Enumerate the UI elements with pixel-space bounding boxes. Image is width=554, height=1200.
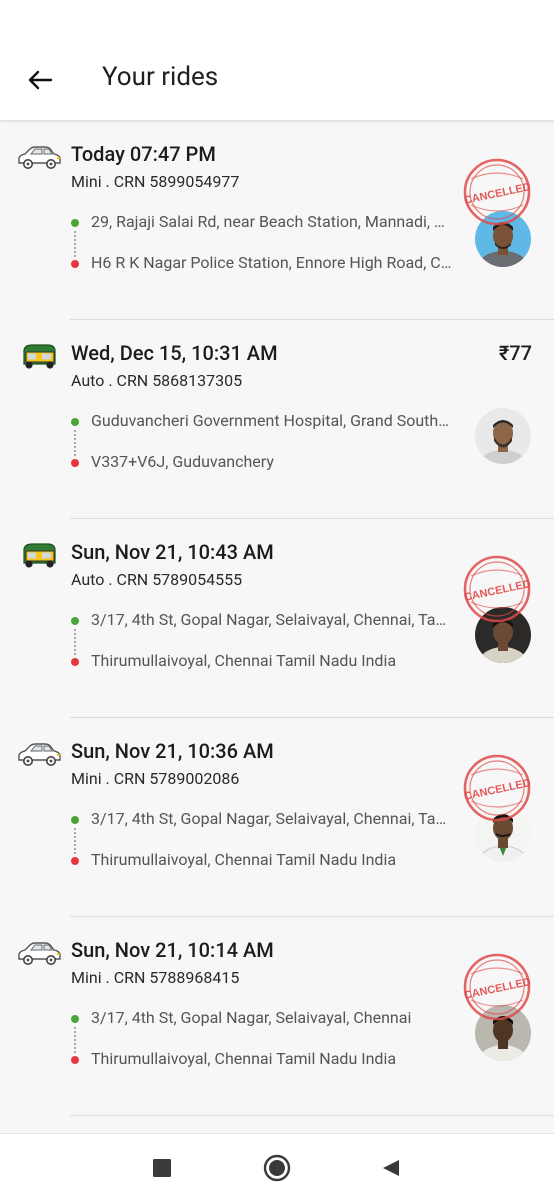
cancelled-stamp: CANCELLED — [463, 952, 532, 1022]
pickup-address: 3/17, 4th St, Gopal Nagar, Selaivayal, C… — [91, 610, 453, 629]
route-line — [74, 828, 76, 854]
back-button[interactable] — [22, 62, 58, 98]
pickup-dot — [71, 816, 79, 824]
ride-item[interactable]: Wed, Dec 15, 10:31 AM Auto . CRN 5868137… — [0, 320, 554, 519]
arrow-left-icon — [28, 70, 53, 90]
pickup-dot — [71, 219, 79, 227]
car-icon — [16, 939, 62, 967]
pickup-dot — [71, 617, 79, 625]
pickup-dot — [71, 1015, 79, 1023]
ride-vehicle-crn: Auto . CRN 5789054555 — [71, 570, 243, 589]
ride-vehicle-crn: Mini . CRN 5789002086 — [71, 769, 240, 788]
system-back-button[interactable] — [377, 1154, 405, 1182]
ride-item[interactable]: Today 07:47 PM Mini . CRN 5899054977 29,… — [0, 121, 554, 320]
drop-address: Thirumullaivoyal, Chennai Tamil Nadu Ind… — [91, 651, 397, 670]
route-line — [74, 1027, 76, 1053]
ride-time: Sun, Nov 21, 10:14 AM — [71, 938, 274, 962]
drop-dot — [71, 260, 79, 268]
ride-vehicle-crn: Mini . CRN 5899054977 — [71, 172, 240, 191]
recents-button[interactable] — [148, 1154, 176, 1182]
cancelled-stamp: CANCELLED — [463, 157, 532, 227]
ride-vehicle-crn: Mini . CRN 5788968415 — [71, 968, 240, 987]
route-line — [74, 629, 76, 655]
route-line — [74, 231, 76, 257]
drop-address: Thirumullaivoyal, Chennai Tamil Nadu Ind… — [91, 850, 397, 869]
drop-address: V337+V6J, Guduvanchery — [91, 452, 274, 471]
ride-item[interactable]: Sun, Nov 21, 10:36 AM Mini . CRN 5789002… — [0, 718, 554, 917]
ride-time: Today 07:47 PM — [71, 142, 216, 166]
drop-dot — [71, 459, 79, 467]
row-divider — [70, 1115, 554, 1116]
pickup-address: 29, Rajaji Salai Rd, near Beach Station,… — [91, 212, 453, 231]
driver-avatar — [475, 408, 531, 464]
ride-item[interactable]: Sun, Nov 21, 10:14 AM Mini . CRN 5788968… — [0, 917, 554, 1116]
app-header: Your rides — [0, 0, 554, 120]
drop-address: H6 R K Nagar Police Station, Ennore High… — [91, 253, 453, 272]
auto-rickshaw-icon — [16, 342, 62, 370]
ride-fare: ₹77 — [498, 341, 532, 365]
ride-time: Sun, Nov 21, 10:43 AM — [71, 540, 274, 564]
system-nav-bar — [0, 1133, 554, 1200]
auto-rickshaw-icon — [16, 541, 62, 569]
triangle-back-icon — [383, 1160, 399, 1176]
cancelled-stamp: CANCELLED — [463, 554, 532, 624]
square-icon — [153, 1159, 171, 1177]
page-title: Your rides — [102, 62, 219, 92]
ride-time: Wed, Dec 15, 10:31 AM — [71, 341, 278, 365]
pickup-address: 3/17, 4th St, Gopal Nagar, Selaivayal, C… — [91, 1008, 412, 1027]
car-icon — [16, 143, 62, 171]
ride-time: Sun, Nov 21, 10:36 AM — [71, 739, 274, 763]
drop-address: Thirumullaivoyal, Chennai Tamil Nadu Ind… — [91, 1049, 397, 1068]
circle-home-icon — [263, 1154, 291, 1182]
home-button[interactable] — [263, 1154, 291, 1182]
drop-dot — [71, 1056, 79, 1064]
pickup-address: 3/17, 4th St, Gopal Nagar, Selaivayal, C… — [91, 809, 453, 828]
drop-dot — [71, 658, 79, 666]
ride-item[interactable]: Sun, Nov 21, 10:43 AM Auto . CRN 5789054… — [0, 519, 554, 718]
drop-dot — [71, 857, 79, 865]
route-line — [74, 430, 76, 456]
car-icon — [16, 740, 62, 768]
pickup-address: Guduvancheri Government Hospital, Grand … — [91, 411, 453, 430]
cancelled-stamp: CANCELLED — [463, 753, 532, 823]
pickup-dot — [71, 418, 79, 426]
ride-list: Today 07:47 PM Mini . CRN 5899054977 29,… — [0, 121, 554, 1116]
ride-vehicle-crn: Auto . CRN 5868137305 — [71, 371, 243, 390]
